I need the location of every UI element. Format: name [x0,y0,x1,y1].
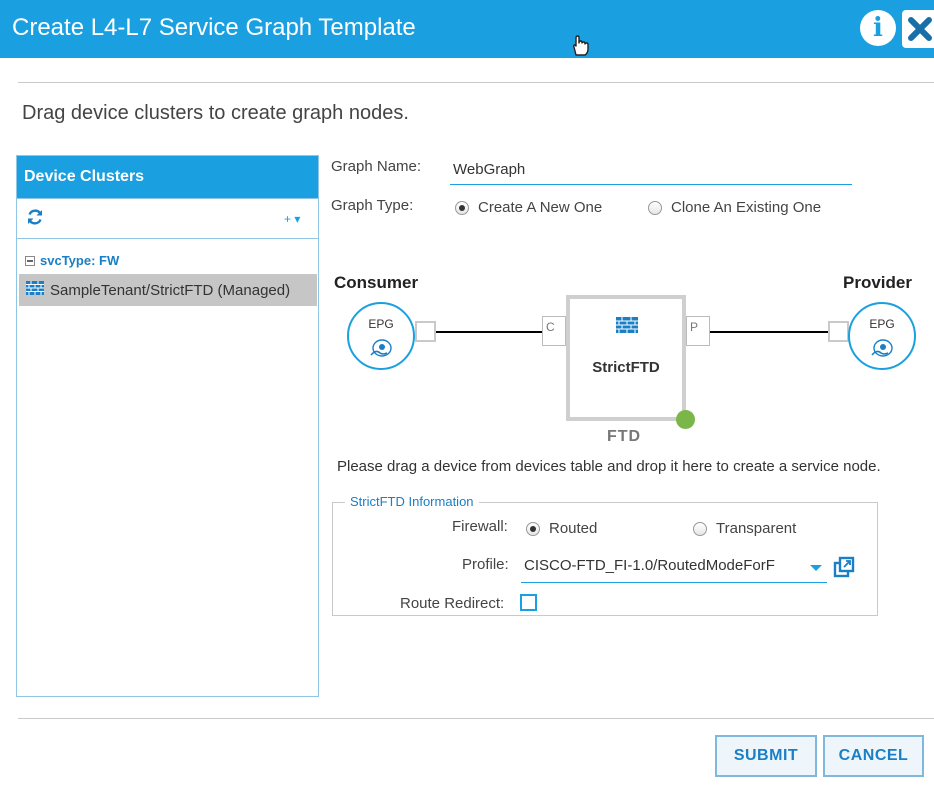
radio-transparent-dot[interactable] [693,521,707,536]
header-divider [18,82,934,83]
tree-group-svctype[interactable]: svcType: FW [25,253,119,268]
route-redirect-checkbox[interactable] [520,594,537,611]
service-node[interactable]: StrictFTD [566,295,686,421]
instruction-text: Drag device clusters to create graph nod… [22,102,409,124]
provider-connector[interactable] [828,321,849,342]
radio-transparent-label: Transparent [716,520,797,537]
open-external-icon[interactable] [833,556,855,583]
tree-group-label: svcType: FW [40,253,120,268]
hand-cursor-icon [568,34,592,63]
radio-transparent[interactable]: Transparent [693,520,796,537]
firewall-icon [26,281,44,299]
radio-routed-dot[interactable] [526,521,540,536]
consumer-label: Consumer [334,273,419,292]
radio-clone-existing[interactable]: Clone An Existing One [648,199,821,216]
graph-name-label: Graph Name: [331,158,422,175]
consumer-epg-label: EPG [368,317,394,331]
device-clusters-panel: Device Clusters + ▾ svcType: FW SampleTe… [16,155,319,697]
radio-create-new-label: Create A New One [478,199,603,216]
consumer-epg[interactable]: EPG [347,302,415,370]
service-node-name: StrictFTD [592,359,660,376]
device-clusters-toolbar: + ▾ [16,198,319,239]
device-cluster-label: SampleTenant/StrictFTD (Managed) [50,281,291,299]
firewall-label: Firewall: [452,518,508,535]
graph-type-label: Graph Type: [331,197,414,214]
epg-endpoint-icon [871,338,893,363]
radio-routed[interactable]: Routed [526,520,597,537]
provider-epg[interactable]: EPG [848,302,916,370]
info-icon[interactable]: i [860,10,896,46]
radio-routed-label: Routed [549,520,598,537]
radio-clone-existing-dot[interactable] [648,200,662,215]
footer-divider [18,718,934,719]
collapse-icon[interactable] [25,255,35,266]
device-cluster-item[interactable]: SampleTenant/StrictFTD (Managed) [19,274,317,306]
service-node-type: FTD [607,428,642,445]
provider-wire [710,331,830,333]
info-legend: StrictFTD Information [345,494,479,509]
consumer-connector[interactable] [415,321,436,342]
node-port-consumer[interactable]: C [542,316,566,346]
node-port-provider[interactable]: P [686,316,710,346]
radio-create-new[interactable]: Create A New One [455,199,602,216]
device-clusters-header: Device Clusters [17,156,318,198]
epg-endpoint-icon [370,338,392,363]
dialog-titlebar: Create L4-L7 Service Graph Template i [0,0,934,58]
node-status-indicator [676,410,695,429]
consumer-wire [436,331,542,333]
chevron-down-icon[interactable] [810,565,822,571]
cancel-button[interactable]: CANCEL [823,735,924,777]
drag-hint-text: Please drag a device from devices table … [337,458,881,475]
graph-name-input[interactable] [450,155,852,185]
provider-label: Provider [843,273,912,292]
route-redirect-label: Route Redirect: [400,595,505,612]
close-icon[interactable] [902,10,934,48]
refresh-icon[interactable] [25,207,45,232]
dialog-title: Create L4-L7 Service Graph Template [12,14,416,41]
radio-create-new-dot[interactable] [455,200,469,215]
radio-clone-existing-label: Clone An Existing One [671,199,822,216]
provider-epg-label: EPG [869,317,895,331]
submit-button[interactable]: SUBMIT [715,735,817,777]
add-dropdown-icon[interactable]: + ▾ [284,212,300,226]
profile-select[interactable]: CISCO-FTD_FI-1.0/RoutedModeForF [521,553,827,583]
firewall-icon [616,317,638,338]
profile-label: Profile: [462,556,509,573]
